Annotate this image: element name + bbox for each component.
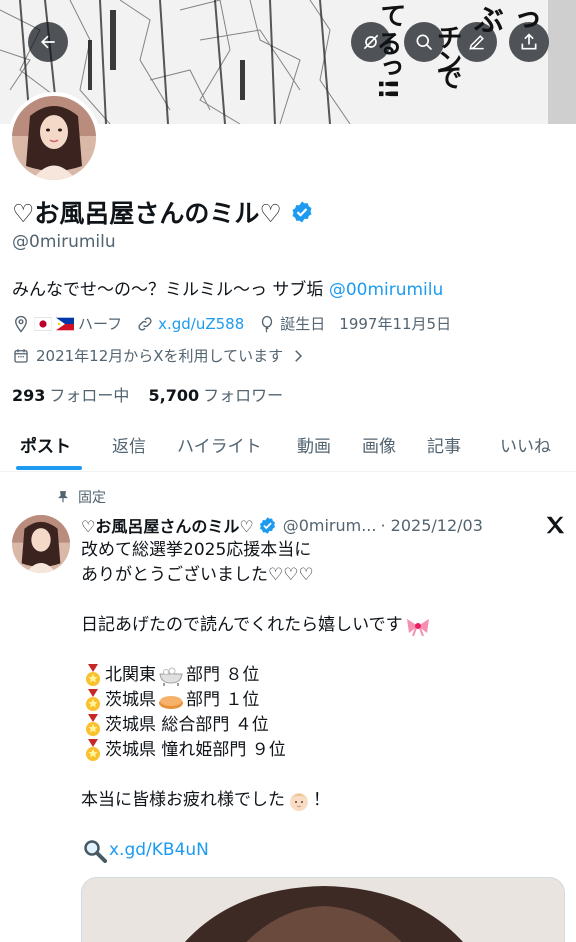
post-link[interactable]: x.gd/KB4uN xyxy=(109,838,209,863)
post-line-text: ！ xyxy=(313,790,330,810)
post-author-handle[interactable]: @0mirum... xyxy=(283,516,377,535)
bathtub-emoji-icon xyxy=(159,667,183,686)
joined-text: 2021年12月からXを利用しています xyxy=(36,347,284,365)
japan-flag-icon xyxy=(34,316,52,331)
post-line: 日記あげたので読んでくれたら嬉しいです xyxy=(81,613,561,638)
post-media-photo xyxy=(82,878,564,942)
birthday-label: 誕生日 xyxy=(280,315,326,333)
post-date[interactable]: · 2025/12/03 xyxy=(380,516,482,535)
share-icon xyxy=(521,33,537,50)
post-line: 改めて総選挙2025応援本当に xyxy=(81,540,312,560)
post-line: 茨城県 憧れ姫部門 ９位 xyxy=(81,738,561,763)
medal-emoji-icon xyxy=(86,663,100,686)
eye-off-icon xyxy=(363,34,379,50)
profile-avatar[interactable] xyxy=(8,92,100,184)
magnifier-emoji-icon xyxy=(84,839,107,863)
mute-button[interactable] xyxy=(351,22,391,62)
medal-emoji-icon xyxy=(86,688,100,711)
tab-images[interactable]: 画像 xyxy=(362,432,396,457)
ribbon-emoji-icon xyxy=(406,618,429,636)
tab-likes[interactable]: いいね xyxy=(500,432,551,457)
manga-text-5: て xyxy=(376,2,406,26)
post-line-text: 北関東 xyxy=(105,665,156,685)
tab-videos[interactable]: 動画 xyxy=(297,432,331,457)
tab-highlights[interactable]: ハイライト xyxy=(177,432,262,457)
post-line-text: 日記あげたので読んでくれたら嬉しいです xyxy=(81,615,403,635)
profile-name: ♡お風呂屋さんのミル♡ xyxy=(12,194,314,230)
post-line: 茨城県 総合部門 ４位 xyxy=(81,713,561,738)
tab-replies[interactable]: 返信 xyxy=(112,432,146,457)
verified-badge-icon[interactable] xyxy=(290,200,314,224)
followers-count: 5,700 xyxy=(148,386,200,405)
search-icon xyxy=(416,34,433,51)
birthday-text: 1997年11月5日 xyxy=(339,315,452,333)
tab-articles[interactable]: 記事 xyxy=(427,432,461,457)
post-line: ありがとうございました♡♡♡ xyxy=(81,565,314,585)
post-line-text: 茨城県 総合部門 ４位 xyxy=(105,715,269,735)
arrow-left-icon xyxy=(41,35,55,49)
bio-text: みんなでせ〜の〜？ミルミル〜っ サブ垢 xyxy=(12,280,324,300)
edit-button[interactable] xyxy=(457,22,497,62)
pinned-label: 固定 xyxy=(56,487,106,507)
post-line: 茨城県 部門 １位 xyxy=(81,688,561,713)
profile-meta-row: ハーフ x.gd/uZ588 誕生日 1997年11月5日 xyxy=(12,313,459,334)
website-group[interactable]: x.gd/uZ588 xyxy=(136,315,244,333)
bio-mention-link[interactable]: @00mirumilu xyxy=(329,280,443,300)
following-label: フォロー中 xyxy=(49,386,130,405)
post-line-text: 部門 ８位 xyxy=(186,665,260,685)
medal-emoji-icon xyxy=(86,738,100,761)
post-line: 北関東 部門 ８位 xyxy=(81,663,561,688)
link-icon xyxy=(138,316,152,331)
post-avatar-photo xyxy=(12,515,70,573)
share-button[interactable] xyxy=(509,22,549,62)
post-line-text: 茨城県 憧れ姫部門 ９位 xyxy=(105,740,286,760)
avatar-photo xyxy=(12,96,96,180)
post-author-name[interactable]: ♡お風呂屋さんのミル♡ xyxy=(81,513,254,537)
verified-badge-icon xyxy=(259,516,275,534)
follow-stats: 293 フォロー中 5,700 フォロワー xyxy=(12,382,283,406)
post-author-avatar[interactable] xyxy=(12,515,70,573)
website-link[interactable]: x.gd/uZ588 xyxy=(158,315,244,333)
birthday-group: 誕生日 1997年11月5日 xyxy=(258,313,451,334)
pinned-text: 固定 xyxy=(78,490,106,506)
location-pin-icon xyxy=(15,315,27,333)
x-logo-icon xyxy=(546,516,565,534)
following-link[interactable]: 293 フォロー中 xyxy=(12,386,135,405)
post-line: 本当に皆様お疲れ様でした ！ xyxy=(81,788,561,813)
post-line-text: 部門 １位 xyxy=(186,690,260,710)
following-count: 293 xyxy=(12,386,46,405)
baby-emoji-icon xyxy=(290,792,308,811)
post-line: x.gd/KB4uN xyxy=(81,838,561,863)
search-button[interactable] xyxy=(404,22,444,62)
post-text: 改めて総選挙2025応援本当に ありがとうございました♡♡♡ 日記あげたので読ん… xyxy=(81,538,561,863)
location-text: ハーフ xyxy=(78,315,123,333)
manga-text-4: で xyxy=(432,64,462,88)
medal-emoji-icon xyxy=(86,713,100,736)
calendar-icon xyxy=(14,348,28,363)
back-button[interactable] xyxy=(28,22,68,62)
post-line-text: 茨城県 xyxy=(105,690,156,710)
tab-posts[interactable]: ポスト xyxy=(20,432,71,457)
post-header: ♡お風呂屋さんのミル♡ @0mirum... · 2025/12/03 xyxy=(81,513,566,537)
chevron-right-icon xyxy=(295,349,303,362)
post-line-text: 本当に皆様お疲れ様でした xyxy=(81,790,285,810)
post-media-image[interactable] xyxy=(81,877,565,942)
joined-row[interactable]: 2021年12月からXを利用しています xyxy=(12,345,307,366)
mat-emoji-icon xyxy=(159,695,183,709)
pin-icon xyxy=(58,491,68,503)
profile-handle: @0mirumilu xyxy=(12,232,116,252)
balloon-icon xyxy=(262,315,273,333)
followers-link[interactable]: 5,700 フォロワー xyxy=(149,386,284,405)
active-tab-indicator xyxy=(16,466,82,470)
followers-label: フォロワー xyxy=(203,386,284,405)
location-group: ハーフ xyxy=(12,313,122,334)
philippines-flag-icon xyxy=(56,317,74,330)
profile-bio: みんなでせ〜の〜？ミルミル〜っ サブ垢 @00mirumilu xyxy=(12,275,443,300)
profile-tabs: ポスト 返信 ハイライト 動画 画像 記事 いいね xyxy=(0,420,576,472)
profile-name-text: ♡お風呂屋さんのミル♡ xyxy=(12,199,282,228)
pencil-icon xyxy=(469,35,484,50)
